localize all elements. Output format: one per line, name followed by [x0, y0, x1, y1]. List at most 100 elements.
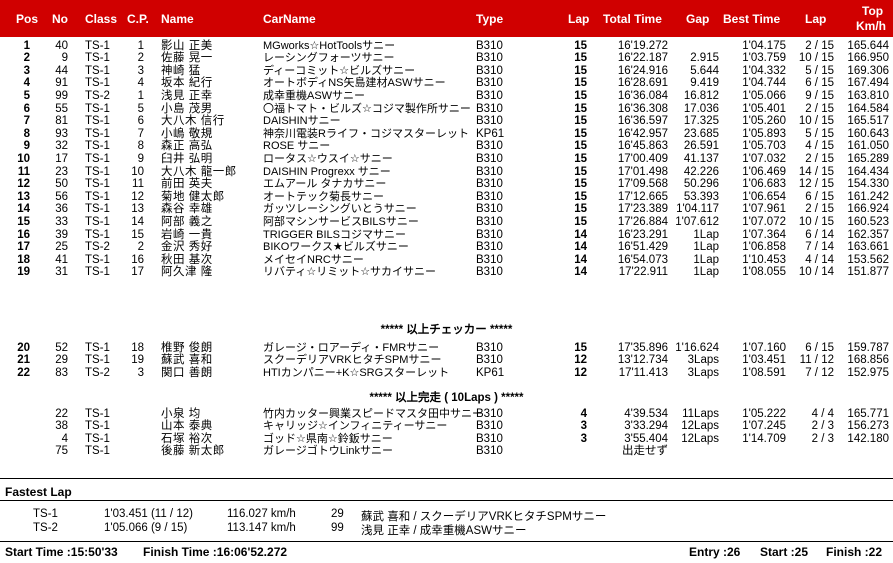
best-time: 1'07.364 — [742, 228, 786, 241]
col-header-best-time: Best Time — [723, 12, 781, 26]
pos-cell: 10 — [17, 152, 30, 165]
fastest-speed: 113.147 km/h — [227, 522, 296, 534]
gap-cell: 23.685 — [683, 127, 719, 140]
best-time: 1'07.032 — [742, 152, 786, 165]
top-speed: 168.856 — [847, 354, 889, 367]
best-lap: 4 / 14 — [805, 253, 834, 266]
checker-separator: ***** 以上チェッカー ***** — [380, 324, 513, 336]
gap-cell: 17.036 — [683, 102, 719, 115]
class-cell: TS-1 — [85, 77, 110, 90]
laps-cell: 15 — [574, 341, 587, 354]
car-type: B310 — [476, 215, 503, 228]
top-speed: 151.877 — [847, 266, 889, 279]
result-row: 19 31 TS-1 17 阿久津 隆 リバティ☆リミット☆サカイサニー B310 14 17'… — [0, 266, 893, 279]
laps-cell: 14 — [574, 241, 587, 254]
class-cell: TS-1 — [85, 341, 110, 354]
best-time: 1'14.709 — [742, 432, 786, 445]
car-name: ロータス☆ウスイ☆サニー — [263, 152, 393, 165]
class-position: 12 — [131, 190, 144, 203]
class-cell: TS-1 — [85, 266, 110, 279]
car-number: 50 — [55, 178, 68, 191]
result-row: 5 99 TS-2 1 浅見 正幸 成幸重機ASWサニー B310 15 16'36.084 16… — [0, 90, 893, 103]
total-time: 出走せず — [622, 445, 668, 458]
car-number: 39 — [55, 228, 68, 241]
driver-name: 後藤 新太郎 — [161, 445, 225, 458]
car-name: オートボディNS矢島建材ASWサニー — [263, 77, 446, 90]
gap-cell: 41.137 — [683, 152, 719, 165]
col-header-carname: CarName — [263, 12, 316, 26]
car-name: ガレージゴトウLinkサニー — [263, 445, 393, 458]
total-time: 16'23.291 — [617, 228, 668, 241]
laps-cell: 15 — [574, 89, 587, 102]
fastest-driver: 浅見 正幸 / 成幸重機ASWサニー — [361, 525, 527, 537]
pos-cell: 14 — [17, 203, 30, 216]
class-position: 14 — [131, 215, 144, 228]
total-time: 16'19.272 — [617, 39, 668, 52]
best-time: 1'05.066 — [742, 89, 786, 102]
total-time: 16'42.957 — [617, 127, 668, 140]
car-type: B310 — [476, 102, 503, 115]
class-cell: TS-1 — [85, 152, 110, 165]
result-row: 4 TS-1 石塚 裕次 ゴッド☆県南☆鈴鈑サニー B310 3 3'55.404 12Lap… — [0, 433, 893, 446]
car-name: スクーデリアVRKヒタチSPMサニー — [263, 354, 442, 367]
driver-name: 阿部 義之 — [161, 215, 213, 228]
best-lap: 6 / 15 — [805, 77, 834, 90]
class-cell: TS-2 — [85, 366, 110, 379]
driver-name: 前田 英夫 — [161, 178, 213, 191]
top-speed: 165.517 — [847, 115, 889, 128]
top-speed: 153.562 — [847, 253, 889, 266]
fastest-class: TS-1 — [33, 508, 58, 520]
pos-cell: 21 — [17, 354, 30, 367]
car-type: B310 — [476, 115, 503, 128]
car-name: HTIカンパニー+K☆SRGスターレット — [263, 366, 450, 379]
laps-cell: 14 — [574, 266, 587, 279]
laps-cell: 14 — [574, 253, 587, 266]
car-type: B310 — [476, 253, 503, 266]
pos-cell: 7 — [23, 115, 30, 128]
class-position: 3 — [137, 366, 144, 379]
result-row: 2 9 TS-1 2 佐藤 晃一 レーシングフォーツサニー B310 15 16'22.187 2… — [0, 52, 893, 65]
result-row: 4 91 TS-1 4 坂本 紀行 オートボディNS矢島建材ASWサニー B310 15 16'… — [0, 77, 893, 90]
laps-cell: 15 — [574, 190, 587, 203]
top-speed: 163.661 — [847, 241, 889, 254]
top-speed: 166.950 — [847, 52, 889, 65]
class-position: 13 — [131, 203, 144, 216]
class-position: 10 — [131, 165, 144, 178]
total-time: 17'35.896 — [617, 341, 668, 354]
result-row: 7 81 TS-1 6 大八木 信行 DAISHINサニー B310 15 16'36.597 1… — [0, 115, 893, 128]
summary-footer: Start Time :15:50'33 Finish Time :16:06'… — [0, 545, 893, 561]
best-lap: 6 / 15 — [805, 190, 834, 203]
col-header-lap: Lap — [568, 12, 590, 26]
gap-cell: 1'04.117 — [676, 203, 719, 216]
driver-name: 坂本 紀行 — [161, 77, 213, 90]
best-lap: 2 / 15 — [805, 39, 834, 52]
driver-name: 秋田 基次 — [161, 253, 213, 266]
car-name: 〇福トマト・ビルズ☆コジマ製作所サニー — [263, 102, 471, 115]
pos-cell: 3 — [23, 64, 30, 77]
total-time: 16'36.084 — [617, 89, 668, 102]
col-header-total-time: Total Time — [603, 12, 662, 26]
gap-cell: 5.644 — [690, 64, 719, 77]
total-time: 17'23.389 — [617, 203, 668, 216]
gap-cell: 1Lap — [693, 253, 719, 266]
results-header-bar: Pos No Class C.P. Name CarName Type Lap … — [0, 0, 893, 37]
car-type: B310 — [476, 241, 503, 254]
col-header-top-speed-unit: Km/h — [856, 19, 886, 33]
pos-cell: 4 — [23, 77, 30, 90]
pos-cell: 19 — [17, 266, 30, 279]
car-number: 36 — [55, 203, 68, 216]
class-cell: TS-2 — [85, 241, 110, 254]
car-number: 9 — [61, 52, 68, 65]
car-type: B310 — [476, 152, 503, 165]
best-lap: 14 / 15 — [798, 165, 834, 178]
result-row: 17 25 TS-2 2 金沢 秀好 BIKOワークス★ビルズサニー B310 14 16'51… — [0, 241, 893, 254]
best-lap: 12 / 15 — [798, 178, 834, 191]
col-header-type: Type — [476, 12, 504, 26]
best-lap: 7 / 12 — [805, 366, 834, 379]
result-row: 16 39 TS-1 15 岩崎 一貴 TRIGGER BILSコジマサニー B310 14 1… — [0, 229, 893, 242]
pos-cell: 9 — [23, 140, 30, 153]
car-number: 44 — [55, 64, 68, 77]
top-speed: 163.810 — [847, 89, 889, 102]
result-row: 20 52 TS-1 18 椎野 俊朗 ガレージ・ロアーディ・FMRサニー B310 15 17… — [0, 342, 893, 355]
best-lap: 4 / 15 — [805, 140, 834, 153]
